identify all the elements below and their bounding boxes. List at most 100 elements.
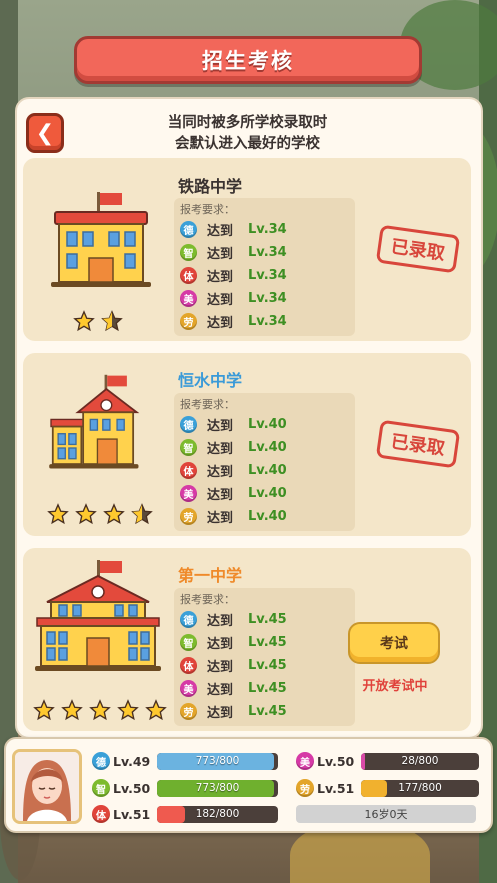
stat-aesthetics: 美 Lv.50 28/800 [296, 752, 479, 770]
virtue-badge: 德 [180, 611, 197, 628]
school-card-tielu: 铁路中学 报考要求： 德达到 Lv.34 智达到 Lv.34 体达到 Lv.34 美达… [23, 158, 471, 341]
virtue-badge: 德 [180, 416, 197, 433]
star-full-icon [75, 503, 97, 525]
star-full-icon [117, 699, 139, 721]
school-name: 第一中学 [178, 566, 243, 585]
requirement-row: 美达到 Lv.40 [180, 482, 349, 505]
stat-progress-bar: 773/800 [157, 752, 278, 770]
stat-value: 773/800 [195, 782, 240, 794]
requirement-row: 智达到 Lv.45 [180, 631, 349, 654]
reach-label: 达到 [207, 316, 234, 331]
required-level: Lv.45 [248, 635, 287, 650]
required-level: Lv.45 [248, 612, 287, 627]
physique-badge: 体 [92, 805, 110, 823]
required-level: Lv.40 [248, 440, 287, 455]
chevron-left-icon: ❮ [35, 120, 55, 146]
school-rating [73, 310, 123, 332]
required-level: Lv.34 [248, 291, 287, 306]
stat-physique: 体 Lv.51 182/800 [92, 805, 278, 823]
stat-virtue: 德 Lv.49 773/800 [92, 752, 278, 770]
requirement-row: 体达到 Lv.34 [180, 264, 349, 287]
reach-label: 达到 [207, 511, 234, 526]
requirement-row: 美达到 Lv.34 [180, 287, 349, 310]
exam-button[interactable]: 考试 [348, 622, 440, 664]
reach-label: 达到 [207, 419, 234, 434]
aesthetics-badge: 美 [180, 290, 197, 307]
reach-label: 达到 [207, 224, 234, 239]
reach-label: 达到 [207, 293, 234, 308]
virtue-badge: 德 [180, 221, 197, 238]
reach-label: 达到 [207, 488, 234, 503]
reach-label: 达到 [207, 637, 234, 652]
requirements-box: 报考要求： 德达到 Lv.45 智达到 Lv.45 体达到 Lv.45 美达到 Lv.4… [174, 588, 355, 726]
virtue-badge: 德 [92, 752, 110, 770]
stat-level: Lv.51 [113, 806, 151, 822]
school-building-icon [49, 374, 140, 469]
reach-label: 达到 [207, 442, 234, 457]
stat-progress-bar: 773/800 [157, 779, 278, 797]
stat-level: Lv.50 [317, 753, 355, 769]
aesthetics-badge: 美 [180, 680, 197, 697]
stat-value: 177/800 [398, 782, 442, 794]
requirement-row: 智达到 Lv.34 [180, 241, 349, 264]
star-full-icon [89, 699, 111, 721]
notice-line-2: 会默认进入最好的学校 [175, 136, 320, 152]
required-level: Lv.45 [248, 658, 287, 673]
labor-badge: 劳 [180, 313, 197, 330]
required-level: Lv.40 [248, 486, 287, 501]
school-name: 铁路中学 [178, 177, 243, 196]
title-banner: 招生考核 [74, 36, 422, 84]
star-full-icon [145, 699, 167, 721]
requirement-row: 智达到 Lv.40 [180, 436, 349, 459]
star-full-icon [103, 503, 125, 525]
stat-intellect: 智 Lv.50 773/800 [92, 779, 278, 797]
labor-badge: 劳 [296, 779, 314, 797]
stat-level: Lv.49 [113, 753, 151, 769]
reach-label: 达到 [207, 270, 234, 285]
requirement-row: 体达到 Lv.45 [180, 654, 349, 677]
required-level: Lv.40 [248, 417, 287, 432]
intellect-badge: 智 [180, 244, 197, 261]
required-level: Lv.34 [248, 268, 287, 283]
stat-value: 28/800 [401, 755, 439, 767]
aesthetics-badge: 美 [180, 485, 197, 502]
requirement-row: 德达到 Lv.40 [180, 413, 349, 436]
physique-badge: 体 [180, 267, 197, 284]
player-age: 16岁0天 [296, 805, 476, 823]
reach-label: 达到 [207, 614, 234, 629]
labor-badge: 劳 [180, 703, 197, 720]
school-rating [33, 699, 167, 721]
star-full-icon [73, 310, 95, 332]
physique-badge: 体 [180, 657, 197, 674]
school-name: 恒水中学 [178, 371, 243, 390]
requirement-row: 劳达到 Lv.45 [180, 700, 349, 723]
school-rating [47, 503, 153, 525]
requirements-title: 报考要求： [180, 593, 235, 606]
reach-label: 达到 [207, 247, 234, 262]
school-building-icon [51, 192, 151, 287]
requirement-row: 劳达到 Lv.34 [180, 310, 349, 333]
required-level: Lv.34 [248, 222, 287, 237]
required-level: Lv.45 [248, 681, 287, 696]
requirement-row: 美达到 Lv.45 [180, 677, 349, 700]
requirements-box: 报考要求： 德达到 Lv.34 智达到 Lv.34 体达到 Lv.34 美达到 Lv.3… [174, 198, 355, 336]
back-button[interactable]: ❮ [26, 113, 64, 153]
school-building-icon [35, 560, 161, 671]
requirements-title: 报考要求： [180, 398, 235, 411]
stat-labor: 劳 Lv.51 177/800 [296, 779, 479, 797]
stat-progress-bar: 28/800 [361, 752, 479, 770]
intellect-badge: 智 [92, 779, 110, 797]
intellect-badge: 智 [180, 634, 197, 651]
page-title: 招生考核 [202, 49, 294, 73]
stat-level: Lv.51 [317, 780, 355, 796]
admitted-stamp: 已录取 [375, 419, 461, 469]
player-avatar[interactable] [12, 749, 82, 824]
requirements-title: 报考要求： [180, 203, 235, 216]
requirement-row: 体达到 Lv.40 [180, 459, 349, 482]
requirement-row: 德达到 Lv.45 [180, 608, 349, 631]
stat-value: 773/800 [195, 755, 240, 767]
stat-progress-bar: 177/800 [361, 779, 479, 797]
admitted-stamp: 已录取 [375, 224, 461, 274]
required-level: Lv.45 [248, 704, 287, 719]
requirement-row: 德达到 Lv.34 [180, 218, 349, 241]
